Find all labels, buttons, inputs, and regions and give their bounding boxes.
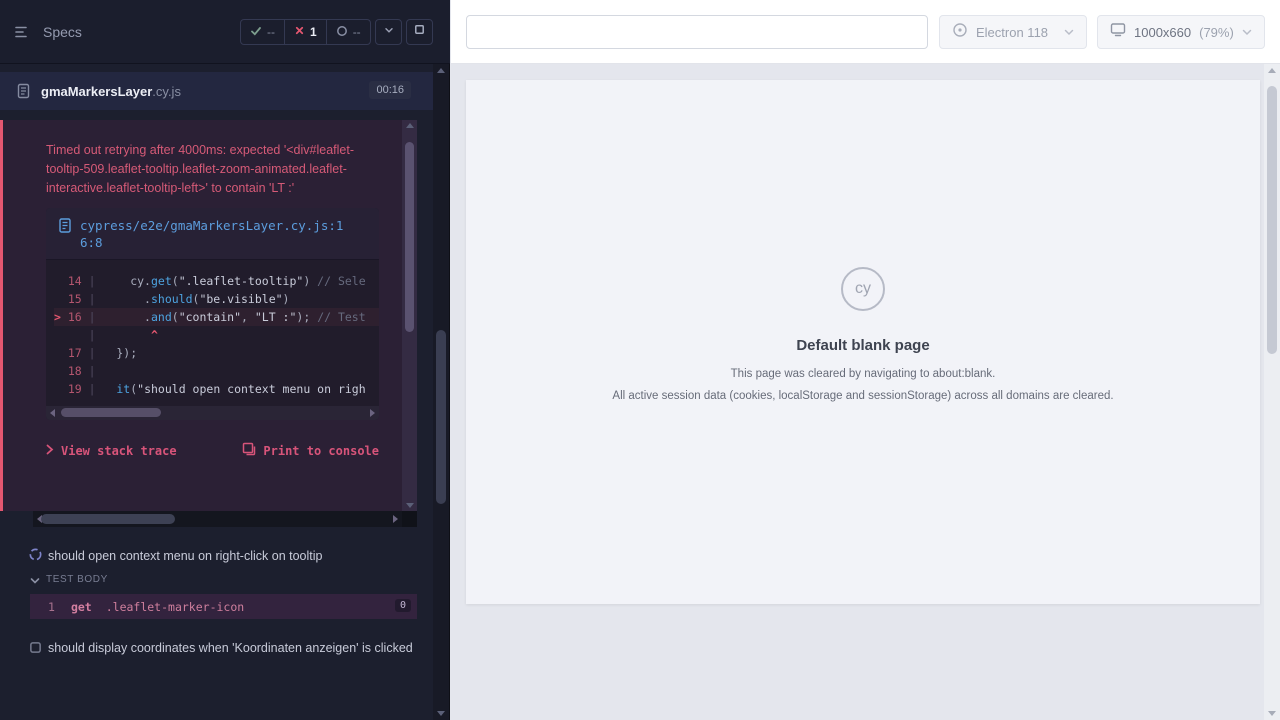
error-panel: Timed out retrying after 4000ms: expecte…: [3, 120, 402, 511]
stop-icon: [413, 23, 426, 41]
running-spinner-icon: [28, 547, 43, 562]
code-frame: cypress/e2e/gmaMarkersLayer.cy.js:16:8 1…: [46, 208, 379, 420]
spec-file-icon: [16, 83, 31, 99]
viewport-size: 1000x660: [1134, 25, 1191, 40]
test-item-queued[interactable]: should display coordinates when 'Koordin…: [0, 637, 433, 677]
stat-passed: --: [241, 20, 285, 44]
circle-icon: [336, 25, 348, 40]
test-item-running[interactable]: should open context menu on right-click …: [0, 543, 433, 567]
chevron-down-icon: [383, 23, 395, 41]
test-title: should open context menu on right-click …: [48, 547, 423, 565]
code-line: 17 | });: [54, 344, 379, 362]
file-link-text: cypress/e2e/gmaMarkersLayer.cy.js:16:8: [80, 217, 352, 251]
spec-timer: 00:16: [369, 81, 411, 99]
error-v-scrollbar[interactable]: [402, 120, 417, 511]
viewport-select[interactable]: 1000x660 (79%): [1097, 15, 1265, 49]
specs-title: Specs: [43, 24, 82, 40]
scroll-right-arrow[interactable]: [370, 409, 375, 417]
scroll-left-arrow[interactable]: [50, 409, 55, 417]
code-frame-file-link[interactable]: cypress/e2e/gmaMarkersLayer.cy.js:16:8: [46, 208, 379, 260]
queued-icon: [29, 641, 42, 654]
blank-page-line2: All active session data (cookies, localS…: [612, 388, 1113, 404]
code-line: 18 |: [54, 362, 379, 380]
aut-iframe: cy Default blank page This page was clea…: [466, 80, 1260, 604]
error-message: Timed out retrying after 4000ms: expecte…: [3, 120, 402, 198]
reporter-header: Specs -- 1 --: [0, 0, 450, 64]
command-log-row[interactable]: 1 get .leaflet-marker-icon 0: [30, 594, 417, 619]
command-number: 1: [48, 600, 55, 614]
code-line: 19 | it("should open context menu on rig…: [54, 380, 379, 398]
reporter-h-scrollbar[interactable]: [33, 511, 402, 527]
chevron-down-icon: [30, 577, 40, 585]
command-method: get: [71, 600, 92, 614]
viewport-scale: (79%): [1199, 25, 1234, 40]
error-links-row: View stack trace Print to console: [46, 442, 379, 459]
test-body-header[interactable]: TEST BODY: [0, 572, 433, 590]
test-error-region: Timed out retrying after 4000ms: expecte…: [0, 120, 417, 511]
main-v-scrollbar[interactable]: [1264, 64, 1280, 720]
spec-stats: -- 1 --: [240, 19, 371, 45]
test-body-label: TEST BODY: [46, 574, 108, 585]
cypress-logo: cy: [841, 267, 885, 311]
stop-button[interactable]: [406, 19, 433, 45]
document-icon: [58, 218, 72, 233]
reporter-sidebar: Specs -- 1 --: [0, 0, 450, 720]
scroll-down-arrow[interactable]: [437, 711, 445, 716]
scroll-thumb[interactable]: [436, 330, 446, 504]
aut-stage: cy Default blank page This page was clea…: [451, 64, 1264, 720]
browser-select[interactable]: Electron 118: [939, 15, 1087, 49]
specs-menu-icon[interactable]: [15, 25, 31, 39]
blank-page-title: Default blank page: [796, 337, 929, 354]
chevron-down-icon: [1064, 29, 1074, 36]
x-icon: [294, 25, 305, 39]
aut-header: Electron 118 1000x660 (79%): [451, 0, 1280, 64]
print-console-icon: [242, 442, 256, 459]
scroll-down-arrow[interactable]: [406, 503, 414, 508]
electron-icon: [952, 22, 968, 43]
code-line: 14 | cy.get(".leaflet-tooltip") // Sele: [54, 272, 379, 290]
scroll-thumb[interactable]: [61, 408, 161, 417]
scroll-thumb[interactable]: [1267, 86, 1277, 354]
aut-main-area: Electron 118 1000x660 (79%) cy Default b…: [451, 0, 1280, 720]
chevron-right-icon: [46, 444, 54, 458]
reporter-v-scrollbar[interactable]: [433, 64, 449, 720]
scrollbar-corner: [402, 511, 417, 527]
scroll-up-arrow[interactable]: [1268, 68, 1276, 73]
test-title: should display coordinates when 'Koordin…: [48, 639, 420, 657]
command-badge: 0: [395, 599, 411, 612]
code-line: > 16 | .and("contain", "LT :"); // Test: [54, 308, 379, 326]
spec-extension: .cy.js: [152, 84, 181, 99]
code-lines: 14 | cy.get(".leaflet-tooltip") // Sele …: [46, 260, 379, 406]
stat-failed: 1: [285, 20, 327, 44]
command-message: .leaflet-marker-icon: [106, 600, 244, 614]
cypress-app: Specs -- 1 --: [0, 0, 1280, 720]
scroll-thumb[interactable]: [405, 142, 414, 332]
stat-pending: --: [327, 20, 370, 44]
print-to-console-link[interactable]: Print to console: [242, 442, 379, 459]
scroll-up-arrow[interactable]: [406, 123, 414, 128]
blank-page-line1: This page was cleared by navigating to a…: [731, 366, 996, 382]
scroll-thumb[interactable]: [41, 514, 175, 524]
code-line: 15 | .should("be.visible"): [54, 290, 379, 308]
scroll-up-arrow[interactable]: [437, 68, 445, 73]
check-icon: [250, 25, 262, 40]
spec-header[interactable]: gmaMarkersLayer.cy.js 00:16: [0, 72, 433, 110]
browser-label: Electron 118: [976, 25, 1048, 40]
code-line: | ^: [54, 326, 379, 344]
chevron-down-icon: [1242, 29, 1252, 36]
url-input[interactable]: [466, 15, 928, 49]
scroll-right-arrow[interactable]: [393, 515, 398, 523]
viewport-monitor-icon: [1110, 22, 1126, 42]
scroll-down-arrow[interactable]: [1268, 711, 1276, 716]
view-stack-trace-link[interactable]: View stack trace: [46, 444, 177, 458]
collapse-reporter-button[interactable]: [375, 19, 402, 45]
spec-name: gmaMarkersLayer.cy.js: [41, 84, 181, 99]
code-h-scrollbar[interactable]: [46, 406, 379, 420]
